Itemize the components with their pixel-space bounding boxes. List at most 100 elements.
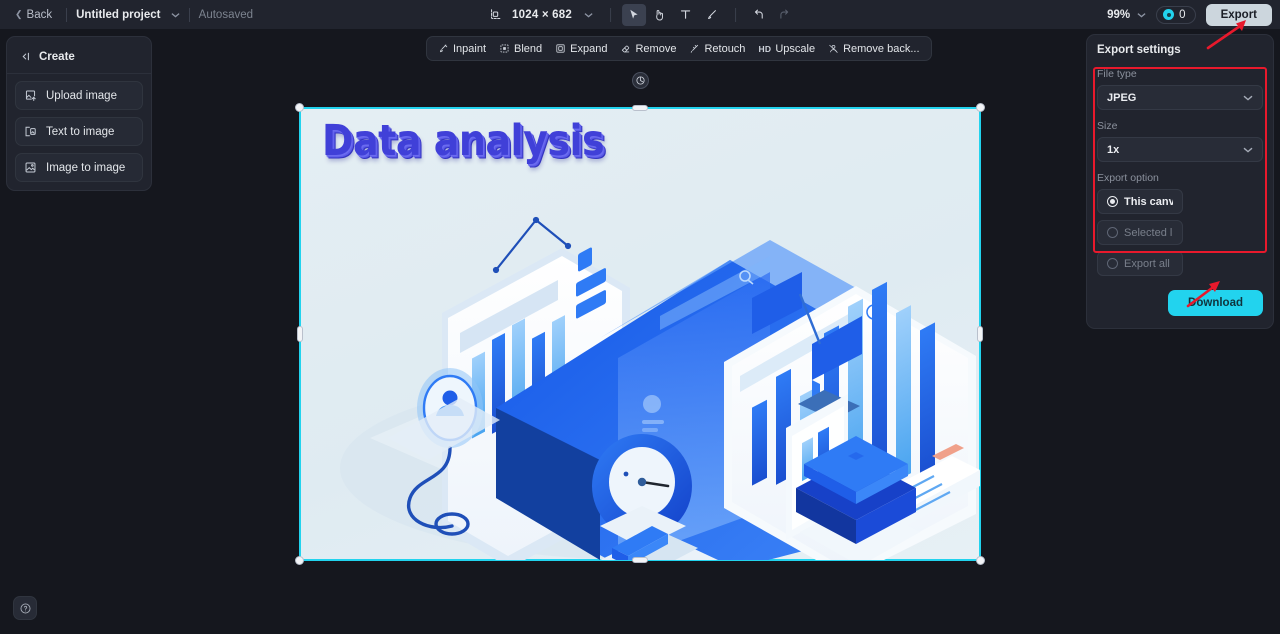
project-name-label: Untitled project <box>76 8 161 21</box>
tool-label: Remove <box>635 42 677 55</box>
blend-icon <box>499 43 510 54</box>
text-tool-icon[interactable] <box>674 4 698 26</box>
chevron-down-icon <box>1243 144 1253 156</box>
download-button[interactable]: Download <box>1168 290 1263 316</box>
credits-count: 0 <box>1179 8 1186 21</box>
export-option-export-all[interactable]: Export all ... <box>1097 251 1183 276</box>
credits-badge[interactable]: 0 <box>1156 5 1196 24</box>
artboard-title-text: Data analysis <box>322 116 605 166</box>
sidebar-item-text-to-image[interactable]: Text to image <box>15 117 143 146</box>
artboard-data-analysis[interactable]: Data analysis <box>299 107 981 561</box>
sidebar-item-label: Image to image <box>46 161 126 174</box>
export-option-label-text: Selected l... <box>1124 226 1173 239</box>
undo-icon[interactable] <box>747 4 771 26</box>
tool-inpaint[interactable]: Inpaint <box>432 40 492 58</box>
tool-label: Expand <box>570 42 608 55</box>
resize-handle-bottom[interactable] <box>632 557 648 563</box>
back-button[interactable]: ❮ Back <box>10 6 57 24</box>
help-button[interactable] <box>13 596 37 620</box>
select-cursor-icon[interactable] <box>621 3 646 26</box>
export-settings-panel: Export settings File type JPEG Size 1x E… <box>1086 34 1274 329</box>
export-option-this-canvas[interactable]: This canvas <box>1097 189 1183 214</box>
resize-handle-top-left[interactable] <box>295 103 304 112</box>
divider <box>7 73 151 74</box>
download-row: Download <box>1097 290 1263 316</box>
tool-label: Blend <box>514 42 543 55</box>
top-toolbar: ❮ Back Untitled project Autosaved 1024 ×… <box>0 0 1280 30</box>
tool-upscale[interactable]: HD Upscale <box>752 40 821 58</box>
tool-retouch[interactable]: Retouch <box>683 40 751 58</box>
export-option-group: This canvas Selected l... Export all ... <box>1097 189 1263 276</box>
chevron-down-icon[interactable] <box>584 9 593 21</box>
chevron-down-icon[interactable] <box>1137 9 1146 21</box>
export-panel-title: Export settings <box>1097 44 1181 56</box>
resize-handle-right[interactable] <box>977 326 983 342</box>
remove-eraser-icon <box>620 43 631 54</box>
image-context-toolbar: Inpaint Blend Expand Remove Retouch HD U… <box>426 36 932 61</box>
size-label: Size <box>1097 120 1118 132</box>
resize-handle-bottom-left[interactable] <box>295 556 304 565</box>
size-select[interactable]: 1x <box>1097 137 1263 162</box>
crop-icon[interactable] <box>483 4 507 26</box>
hand-pan-icon[interactable] <box>648 4 672 26</box>
brush-tool-icon[interactable] <box>700 4 724 26</box>
export-option-label-text: This canvas <box>1124 195 1173 208</box>
export-button[interactable]: Export <box>1205 3 1272 26</box>
top-toolbar-center: 1024 × 682 <box>483 3 797 26</box>
tool-blend[interactable]: Blend <box>493 40 548 58</box>
upload-image-icon <box>24 89 37 102</box>
text-to-image-icon <box>24 125 37 138</box>
data-analysis-illustration <box>340 216 980 560</box>
inpaint-icon <box>438 43 449 54</box>
resize-handle-left[interactable] <box>297 326 303 342</box>
canvas-viewport[interactable]: Data analysis <box>158 30 1128 634</box>
resize-handle-top-right[interactable] <box>976 103 985 112</box>
file-type-label: File type <box>1097 68 1137 80</box>
tool-expand[interactable]: Expand <box>549 40 613 58</box>
zoom-level-label: 99% <box>1107 8 1131 21</box>
resize-handle-bottom-right[interactable] <box>976 556 985 565</box>
top-toolbar-right: 99% 0 Export <box>1107 3 1272 26</box>
tool-label: Upscale <box>775 42 816 55</box>
sidebar-header[interactable]: Create <box>7 43 151 73</box>
file-type-select[interactable]: JPEG <box>1097 85 1263 110</box>
export-option-selected-layers[interactable]: Selected l... <box>1097 220 1183 245</box>
remove-background-icon <box>828 43 839 54</box>
redo-icon[interactable] <box>773 4 797 26</box>
size-value: 1x <box>1107 143 1120 156</box>
rotate-handle[interactable] <box>632 72 649 89</box>
sidebar-item-image-to-image[interactable]: Image to image <box>15 153 143 182</box>
tool-label: Inpaint <box>453 42 487 55</box>
chevron-left-icon: ❮ <box>15 9 23 19</box>
chevron-down-icon <box>1243 92 1253 104</box>
chevron-down-icon[interactable] <box>171 9 180 21</box>
autosave-status: Autosaved <box>198 8 254 21</box>
tool-remove-background[interactable]: Remove back... <box>822 40 925 58</box>
help-circle-icon <box>20 603 30 613</box>
credit-coin-icon <box>1163 9 1175 20</box>
retouch-icon <box>689 43 700 54</box>
selected-artboard-wrapper[interactable]: Data analysis <box>295 72 985 565</box>
divider <box>609 7 611 22</box>
sidebar-item-label: Upload image <box>46 89 117 102</box>
tool-label: Remove back... <box>843 42 920 55</box>
radio-selected-icon <box>1107 196 1118 207</box>
divider <box>734 7 736 22</box>
canvas-dimensions[interactable]: 1024 × 682 <box>509 9 575 21</box>
sidebar-item-upload-image[interactable]: Upload image <box>15 81 143 110</box>
rotate-icon <box>636 76 645 85</box>
back-button-label: Back <box>26 8 53 21</box>
radio-unselected-icon <box>1107 227 1118 238</box>
zoom-control[interactable]: 99% <box>1107 9 1146 21</box>
image-to-image-icon <box>24 161 37 174</box>
sidebar-item-label: Text to image <box>46 125 115 138</box>
resize-handle-top[interactable] <box>632 105 648 111</box>
radio-unselected-icon <box>1107 258 1118 269</box>
top-toolbar-left: ❮ Back Untitled project Autosaved <box>0 6 253 24</box>
tool-remove[interactable]: Remove <box>614 40 682 58</box>
divider <box>188 7 190 22</box>
export-option-label: Export option <box>1097 172 1159 184</box>
file-type-value: JPEG <box>1107 91 1137 104</box>
project-name[interactable]: Untitled project <box>76 9 180 21</box>
create-sidebar: Create Upload image Text to image Image … <box>6 36 152 191</box>
